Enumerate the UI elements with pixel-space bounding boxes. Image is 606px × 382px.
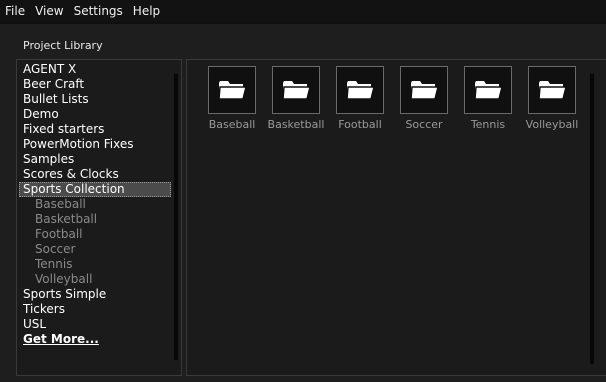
menu-view[interactable]: View [30, 4, 68, 18]
menu-file[interactable]: File [0, 4, 30, 18]
folder-icon [336, 66, 384, 114]
folder-label: Football [338, 118, 382, 131]
tree-item-football[interactable]: Football [19, 227, 171, 242]
folder-tile-volleyball[interactable]: Volleyball [520, 66, 584, 131]
folder-icon [400, 66, 448, 114]
menu-bar: File View Settings Help [0, 0, 606, 21]
folder-tile-soccer[interactable]: Soccer [392, 66, 456, 131]
folder-label: Tennis [470, 118, 506, 131]
tree-item-usl[interactable]: USL [19, 317, 171, 332]
menu-help[interactable]: Help [128, 4, 165, 18]
tree-item-powermotion-fixes[interactable]: PowerMotion Fixes [19, 137, 171, 152]
folder-icon [208, 66, 256, 114]
tree-item-sports-collection[interactable]: Sports Collection [19, 182, 171, 197]
folder-tile-basketball[interactable]: Basketball [264, 66, 328, 131]
tree-item-tennis[interactable]: Tennis [19, 257, 171, 272]
get-more-link[interactable]: Get More... [19, 332, 171, 347]
project-tree: AGENT X Beer Craft Bullet Lists Demo Fixed s… [19, 62, 171, 347]
folder-content-panel: Baseball Basketball Football Soccer Tennis Vo… [186, 59, 606, 376]
tree-item-beer-craft[interactable]: Beer Craft [19, 77, 171, 92]
folder-tile-baseball[interactable]: Baseball [200, 66, 264, 131]
tree-item-volleyball[interactable]: Volleyball [19, 272, 171, 287]
folder-icon [272, 66, 320, 114]
folder-icon [528, 66, 576, 114]
content-scrollbar[interactable] [590, 74, 594, 364]
folder-label: Volleyball [525, 118, 579, 131]
tree-item-sports-simple[interactable]: Sports Simple [19, 287, 171, 302]
tree-item-soccer[interactable]: Soccer [19, 242, 171, 257]
tree-item-agent-x[interactable]: AGENT X [19, 62, 171, 77]
tree-item-samples[interactable]: Samples [19, 152, 171, 167]
folder-tile-football[interactable]: Football [328, 66, 392, 131]
project-tree-panel: AGENT X Beer Craft Bullet Lists Demo Fixed s… [16, 59, 182, 376]
tree-item-bullet-lists[interactable]: Bullet Lists [19, 92, 171, 107]
tree-scrollbar[interactable] [174, 74, 178, 360]
folder-label: Soccer [405, 118, 443, 131]
menu-settings[interactable]: Settings [69, 4, 128, 18]
tree-item-tickers[interactable]: Tickers [19, 302, 171, 317]
menu-bar-divider [0, 21, 606, 24]
project-library-title: Project Library [23, 39, 103, 52]
tree-item-scores-clocks[interactable]: Scores & Clocks [19, 167, 171, 182]
folder-tile-tennis[interactable]: Tennis [456, 66, 520, 131]
folder-label: Basketball [267, 118, 325, 131]
tree-item-fixed-starters[interactable]: Fixed starters [19, 122, 171, 137]
tree-item-basketball[interactable]: Basketball [19, 212, 171, 227]
folder-icon [464, 66, 512, 114]
tree-item-baseball[interactable]: Baseball [19, 197, 171, 212]
folder-label: Baseball [208, 118, 256, 131]
folder-grid: Baseball Basketball Football Soccer Tennis Vo… [200, 66, 584, 131]
tree-item-demo[interactable]: Demo [19, 107, 171, 122]
